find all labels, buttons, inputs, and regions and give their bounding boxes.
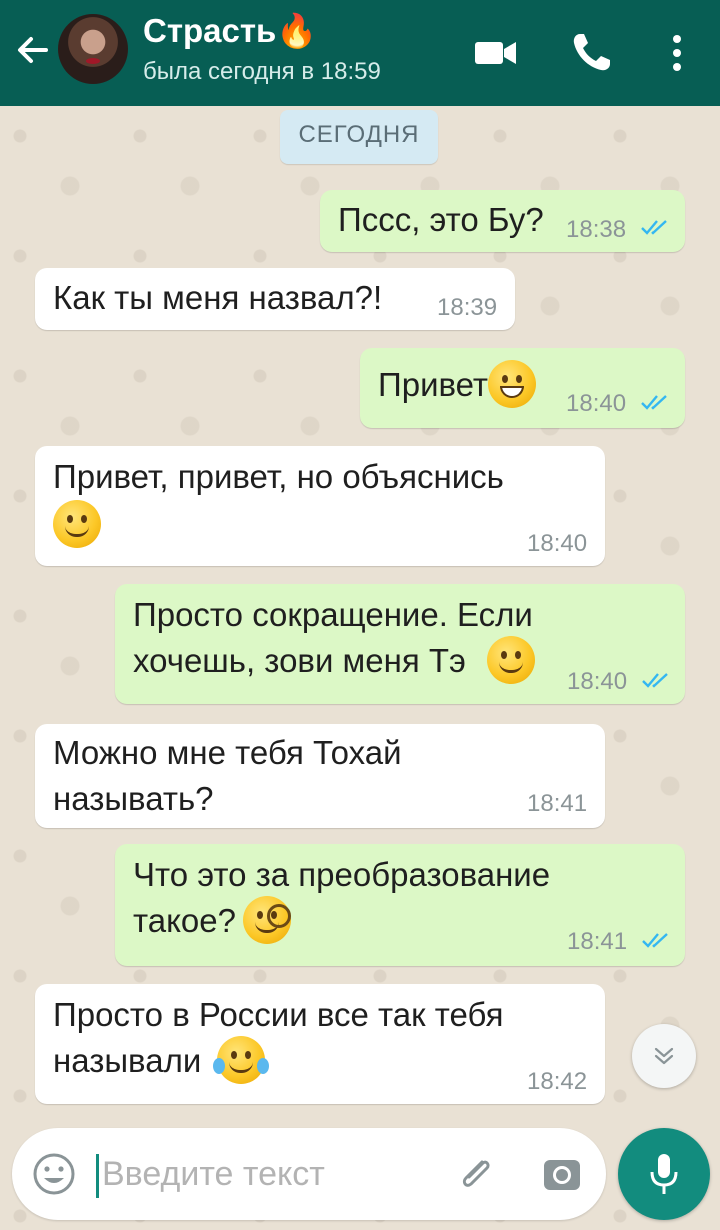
camera-icon[interactable] [538,1150,586,1198]
message-input[interactable] [102,1144,432,1204]
tears-of-joy-icon [213,1036,269,1084]
message-text: Что это за преобразование такое? [133,856,551,939]
message-time: 18:40 [566,390,627,417]
message-incoming[interactable]: Можно мне тебя Тохай называть? 18:41 [35,724,605,828]
message-text: Пссс, это Бу? [338,201,544,238]
message-time: 18:41 [567,928,628,955]
chat-header: Страсть🔥 была сегодня в 18:59 [0,0,720,106]
date-divider: СЕГОДНЯ [280,110,438,164]
message-time: 18:40 [527,530,588,557]
last-seen-status: была сегодня в 18:59 [143,58,381,85]
message-text: Как ты меня назвал?! [53,279,383,316]
message-outgoing[interactable]: Привет 18:40 [360,348,685,428]
message-time: 18:38 [566,216,627,243]
contact-avatar[interactable] [58,14,128,84]
message-time: 18:42 [527,1068,588,1095]
message-text: Просто сокращение. Если хочешь, зови мен… [133,596,533,679]
message-incoming[interactable]: Как ты меня назвал?! 18:39 [35,268,515,330]
message-text: Просто в России все так тебя называли [53,996,504,1079]
emoji-icon[interactable] [30,1150,78,1198]
message-time: 18:39 [437,294,498,321]
smiling-face-icon [487,636,535,684]
read-ticks-icon [642,673,668,688]
read-ticks-icon [641,395,667,410]
read-ticks-icon [642,933,668,948]
chevron-double-down-icon [654,1047,674,1065]
slightly-smiling-face-icon [53,500,101,548]
message-outgoing[interactable]: Просто сокращение. Если хочешь, зови мен… [115,584,685,704]
message-text: Привет [378,366,489,403]
message-time: 18:41 [527,790,588,817]
message-text: Привет, привет, но объяснись [53,458,504,495]
contact-name[interactable]: Страсть🔥 [143,12,317,51]
scroll-to-bottom-button[interactable] [632,1024,696,1088]
message-outgoing[interactable]: Пссс, это Бу? 18:38 [320,190,685,252]
message-outgoing[interactable]: Что это за преобразование такое? 18:41 [115,844,685,966]
more-vert-icon[interactable] [652,28,702,78]
face-with-monocle-icon [243,896,291,944]
phone-icon[interactable] [566,28,616,78]
message-incoming[interactable]: Просто в России все так тебя называли 18… [35,984,605,1104]
mic-icon [650,1154,678,1194]
message-incoming[interactable]: Привет, привет, но объяснись 18:40 [35,446,605,566]
message-text: Можно мне тебя Тохай называть? [53,734,402,817]
read-ticks-icon [641,220,667,235]
mic-button[interactable] [618,1128,710,1220]
video-call-icon[interactable] [470,28,520,78]
grinning-face-icon [488,360,537,409]
message-composer [12,1128,606,1220]
attach-icon[interactable] [452,1150,500,1198]
text-caret [96,1154,99,1198]
back-arrow-icon[interactable] [12,30,52,70]
message-time: 18:40 [567,668,628,695]
